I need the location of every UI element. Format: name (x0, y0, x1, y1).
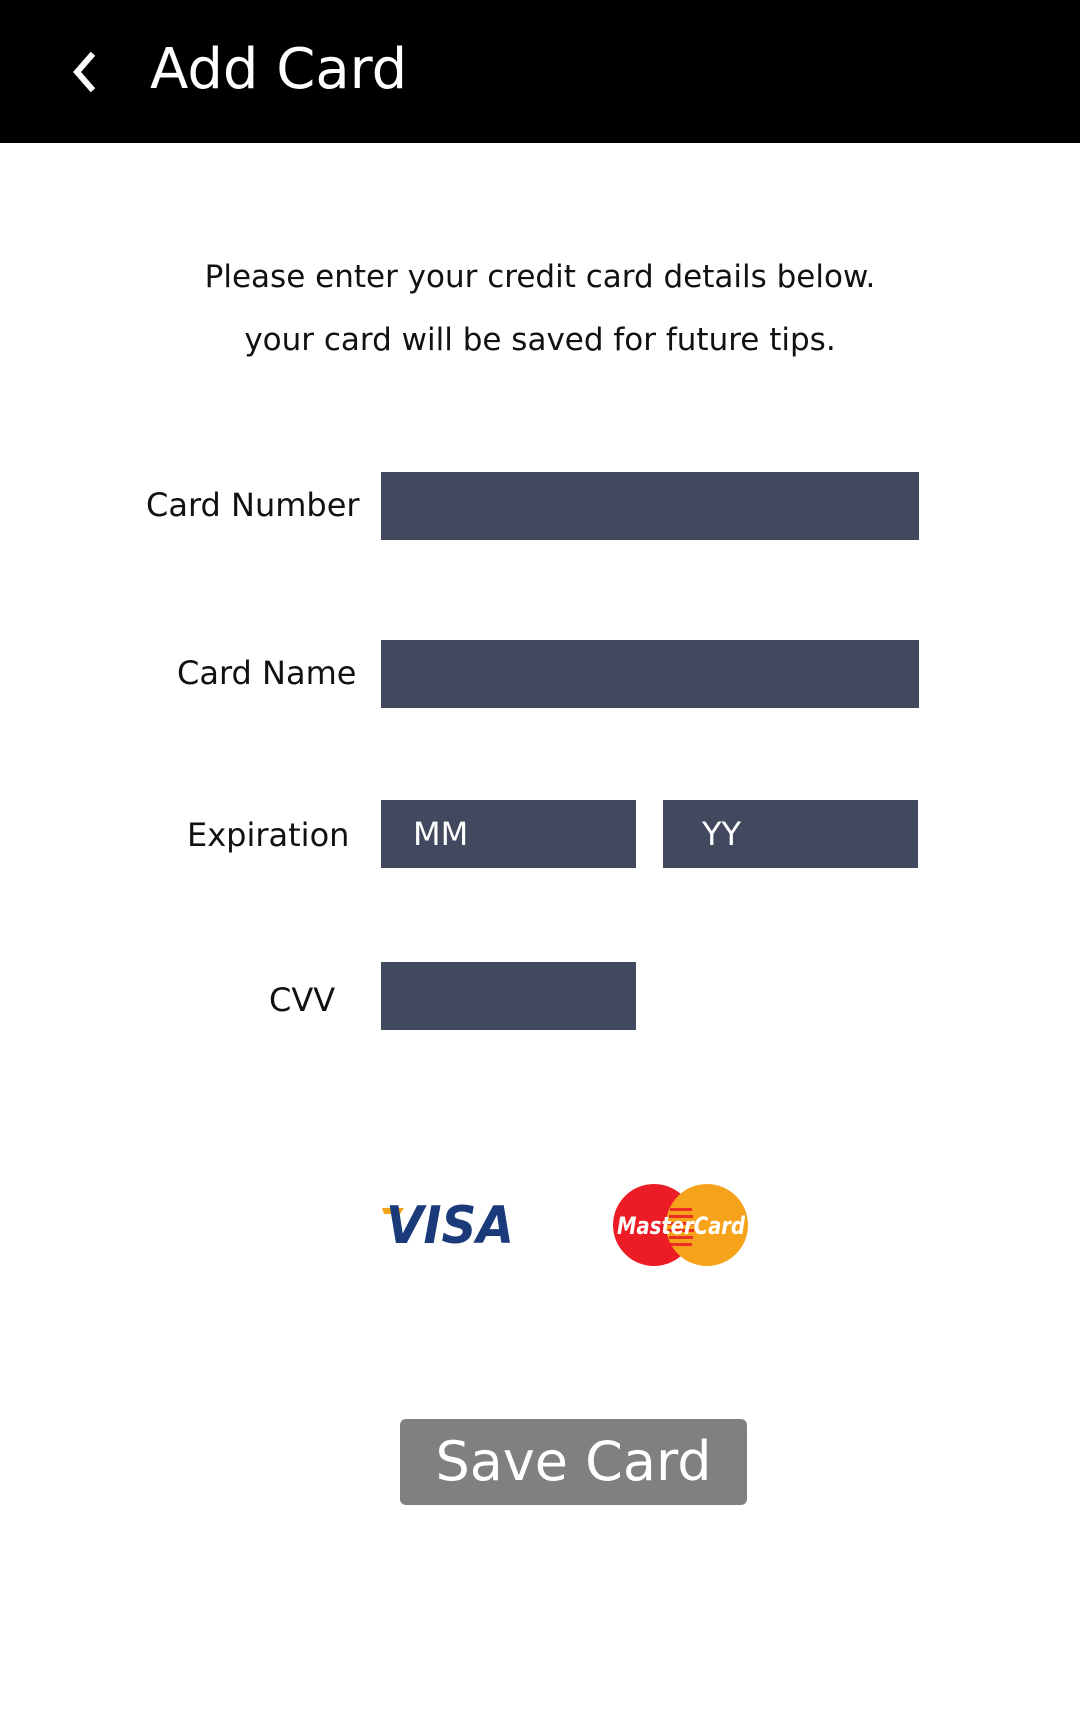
visa-logo: VISA (382, 1196, 514, 1250)
back-button[interactable] (48, 36, 120, 108)
page-title: Add Card (150, 37, 408, 102)
app-bar: Add Card (0, 0, 1080, 143)
card-name-label: Card Name (177, 654, 357, 692)
expiration-label: Expiration (187, 816, 350, 854)
expiration-month-input[interactable] (381, 800, 636, 868)
cvv-input[interactable] (381, 962, 636, 1030)
card-number-label: Card Number (146, 486, 360, 524)
mastercard-logo: MasterCard (613, 1184, 748, 1266)
intro-line-1: Please enter your credit card details be… (204, 259, 876, 295)
expiration-year-input[interactable] (663, 800, 918, 868)
save-card-button[interactable]: Save Card (400, 1419, 747, 1505)
intro-text: Please enter your credit card details be… (0, 246, 1080, 372)
chevron-left-icon (73, 51, 96, 93)
mastercard-logo-text: MasterCard (617, 1212, 746, 1240)
intro-line-2: your card will be saved for future tips. (244, 322, 836, 358)
cvv-label: CVV (269, 981, 336, 1019)
card-name-input[interactable] (381, 640, 919, 708)
visa-logo-text: VISA (386, 1196, 514, 1250)
card-number-input[interactable] (381, 472, 919, 540)
